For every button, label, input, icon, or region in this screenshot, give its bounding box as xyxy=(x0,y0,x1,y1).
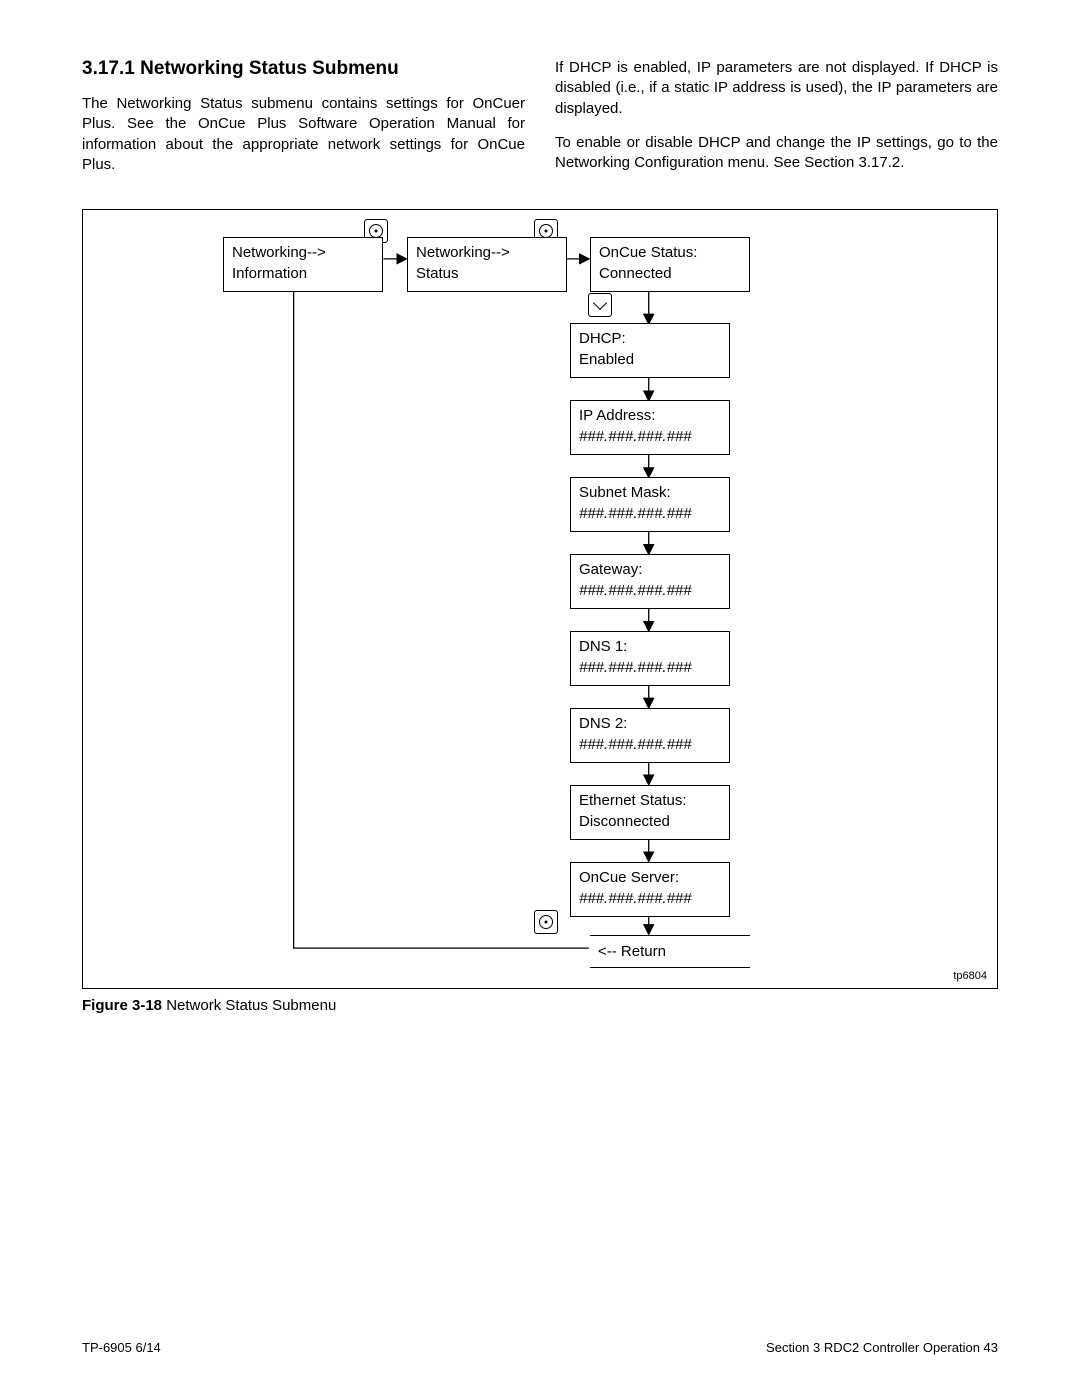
menu-line-2: ###.###.###.### xyxy=(579,735,721,755)
menu-line-1: Subnet Mask: xyxy=(579,483,721,503)
caption-text: Network Status Submenu xyxy=(162,997,336,1014)
menu-line-1: DNS 2: xyxy=(579,714,721,734)
menu-ip-address: IP Address: ###.###.###.### xyxy=(570,400,730,455)
menu-networking-information: Networking--> Information xyxy=(223,237,383,292)
menu-gateway: Gateway: ###.###.###.### xyxy=(570,554,730,609)
paragraph-left: The Networking Status submenu contains s… xyxy=(82,94,525,175)
section-heading: 3.17.1 Networking Status Submenu xyxy=(82,58,525,80)
menu-line-2: Information xyxy=(232,264,374,284)
menu-line-1: OnCue Status: xyxy=(599,243,741,263)
caption-bold: Figure 3-18 xyxy=(82,997,162,1014)
menu-line-2: Disconnected xyxy=(579,812,721,832)
connector-lines xyxy=(83,210,997,988)
figure-code: tp6804 xyxy=(953,970,987,982)
menu-line-1: Networking--> xyxy=(416,243,558,263)
menu-line-2: ###.###.###.### xyxy=(579,581,721,601)
menu-ethernet-status: Ethernet Status: Disconnected xyxy=(570,785,730,840)
menu-line-1: Networking--> xyxy=(232,243,374,263)
menu-line-2: Connected xyxy=(599,264,741,284)
chevron-down-icon xyxy=(588,293,612,317)
footer-left: TP-6905 6/14 xyxy=(82,1340,161,1355)
menu-dns2: DNS 2: ###.###.###.### xyxy=(570,708,730,763)
select-icon xyxy=(534,910,558,934)
menu-line-2: ###.###.###.### xyxy=(579,889,721,909)
menu-line-2: ###.###.###.### xyxy=(579,504,721,524)
menu-networking-status: Networking--> Status xyxy=(407,237,567,292)
menu-subnet-mask: Subnet Mask: ###.###.###.### xyxy=(570,477,730,532)
paragraph-right-1: If DHCP is enabled, IP parameters are no… xyxy=(555,58,998,119)
menu-line-2: Enabled xyxy=(579,350,721,370)
menu-line-1: OnCue Server: xyxy=(579,868,721,888)
figure-caption: Figure 3-18 Network Status Submenu xyxy=(82,997,998,1014)
menu-line-2: ###.###.###.### xyxy=(579,427,721,447)
menu-line-2: Status xyxy=(416,264,558,284)
menu-dhcp: DHCP: Enabled xyxy=(570,323,730,378)
menu-line-1: Ethernet Status: xyxy=(579,791,721,811)
menu-return: <-- Return xyxy=(590,935,750,968)
figure-frame: Networking--> Information Networking--> … xyxy=(82,209,998,989)
menu-line-2: ###.###.###.### xyxy=(579,658,721,678)
menu-oncue-server: OnCue Server: ###.###.###.### xyxy=(570,862,730,917)
menu-line-1: IP Address: xyxy=(579,406,721,426)
menu-line-1: DNS 1: xyxy=(579,637,721,657)
menu-dns1: DNS 1: ###.###.###.### xyxy=(570,631,730,686)
menu-oncue-status: OnCue Status: Connected xyxy=(590,237,750,292)
menu-line-1: DHCP: xyxy=(579,329,721,349)
return-label: <-- Return xyxy=(598,943,666,960)
footer-right: Section 3 RDC2 Controller Operation 43 xyxy=(766,1340,998,1355)
menu-line-1: Gateway: xyxy=(579,560,721,580)
paragraph-right-2: To enable or disable DHCP and change the… xyxy=(555,133,998,174)
